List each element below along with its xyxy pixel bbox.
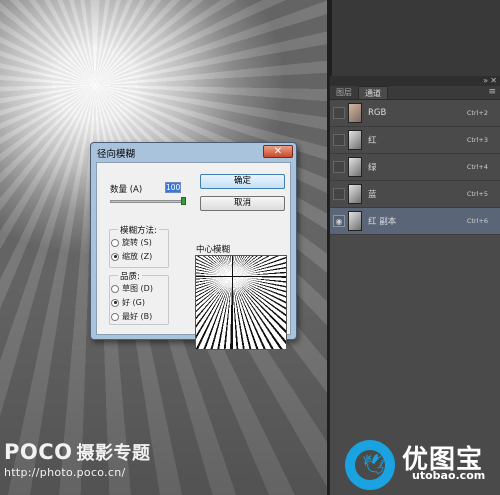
menu-icon[interactable]: ≡ bbox=[488, 87, 496, 97]
radio-dot[interactable] bbox=[111, 284, 119, 293]
visibility-toggle[interactable] bbox=[333, 134, 345, 146]
channel-name: 绿 bbox=[368, 163, 377, 173]
channel-shortcut: Ctrl+3 bbox=[466, 136, 488, 144]
quality-title: 品质: bbox=[118, 270, 142, 282]
watermark-brand: POCO bbox=[4, 440, 73, 464]
panel-topbar: » ✕ bbox=[330, 76, 500, 86]
dialog-title: 径向模糊 bbox=[97, 149, 136, 160]
radio-best-label: 最好 (B) bbox=[122, 312, 153, 321]
radio-spin-label: 旋转 (S) bbox=[122, 238, 152, 247]
blur-method-title: 模糊方法: bbox=[118, 224, 159, 236]
radio-best[interactable]: 最好 (B) bbox=[111, 311, 152, 322]
utobao-logo: 🕊 优图宝 utobao.com bbox=[340, 436, 500, 494]
close-icon[interactable]: ✕ bbox=[490, 76, 497, 86]
channel-shortcut: Ctrl+4 bbox=[466, 163, 488, 171]
radial-blur-dialog: 径向模糊 ✕ 数量 (A) 确定 取消 模糊方法: 旋转 (S) 缩放 (Z) … bbox=[90, 142, 297, 350]
dialog-titlebar[interactable]: 径向模糊 ✕ bbox=[91, 143, 296, 161]
radio-zoom-label: 缩放 (Z) bbox=[122, 252, 153, 261]
poco-watermark: POCO 摄影专题 http://photo.poco.cn/ bbox=[4, 439, 151, 479]
close-button[interactable]: ✕ bbox=[263, 145, 293, 158]
amount-slider[interactable] bbox=[110, 200, 183, 203]
eye-icon[interactable]: ◉ bbox=[333, 215, 345, 227]
tab-layers[interactable]: 图层 bbox=[330, 86, 358, 99]
channel-shortcut: Ctrl+5 bbox=[466, 190, 488, 198]
radio-zoom[interactable]: 缩放 (Z) bbox=[111, 251, 152, 262]
radio-dot[interactable] bbox=[111, 298, 119, 307]
channel-thumbnail bbox=[348, 130, 362, 150]
watermark-url: http://photo.poco.cn/ bbox=[4, 466, 126, 479]
blur-method-group: 模糊方法: bbox=[109, 224, 169, 268]
channel-name: RGB bbox=[368, 108, 387, 118]
channel-row-red[interactable]: 红 Ctrl+3 bbox=[330, 127, 500, 154]
channel-thumbnail bbox=[348, 103, 362, 123]
channel-shortcut: Ctrl+2 bbox=[466, 109, 488, 117]
radio-dot[interactable] bbox=[111, 238, 119, 247]
channel-shortcut: Ctrl+6 bbox=[466, 217, 488, 225]
cancel-button[interactable]: 取消 bbox=[200, 196, 285, 211]
amount-input[interactable] bbox=[165, 182, 181, 193]
amount-label: 数量 (A) bbox=[110, 185, 143, 195]
collapse-icon[interactable]: » bbox=[483, 76, 488, 86]
visibility-toggle[interactable] bbox=[333, 161, 345, 173]
radio-dot[interactable] bbox=[111, 252, 119, 261]
radio-draft-label: 草图 (D) bbox=[122, 284, 153, 293]
visibility-toggle[interactable] bbox=[333, 107, 345, 119]
panel-tabs: 图层 通道 ≡ bbox=[330, 86, 500, 100]
channel-row-blue[interactable]: 蓝 Ctrl+5 bbox=[330, 181, 500, 208]
amount-slider-thumb[interactable] bbox=[181, 197, 186, 205]
channel-thumbnail bbox=[348, 211, 362, 231]
channel-row-green[interactable]: 绿 Ctrl+4 bbox=[330, 154, 500, 181]
radio-spin[interactable]: 旋转 (S) bbox=[111, 237, 152, 248]
center-crosshair-horizontal bbox=[196, 275, 286, 277]
logo-url: utobao.com bbox=[412, 469, 486, 482]
channel-name: 红 bbox=[368, 136, 377, 146]
channel-row-red-copy[interactable]: ◉ 红 副本 Ctrl+6 bbox=[330, 208, 500, 235]
radio-good-label: 好 (G) bbox=[122, 298, 145, 307]
channel-row-rgb[interactable]: RGB Ctrl+2 bbox=[330, 100, 500, 127]
bird-icon: 🕊 bbox=[362, 452, 388, 476]
center-crosshair-vertical bbox=[232, 256, 233, 349]
channel-name: 红 副本 bbox=[368, 217, 397, 227]
radio-draft[interactable]: 草图 (D) bbox=[111, 283, 153, 294]
radio-good[interactable]: 好 (G) bbox=[111, 297, 145, 308]
visibility-toggle[interactable] bbox=[333, 188, 345, 200]
channel-thumbnail bbox=[348, 184, 362, 204]
dialog-body: 数量 (A) 确定 取消 模糊方法: 旋转 (S) 缩放 (Z) 品质: 草图 … bbox=[96, 162, 291, 350]
radio-dot[interactable] bbox=[111, 312, 119, 321]
blur-center-label: 中心模糊 bbox=[196, 245, 231, 255]
tab-channels[interactable]: 通道 bbox=[358, 86, 388, 99]
blur-center-preview[interactable] bbox=[195, 255, 287, 350]
channels-panel: » ✕ 图层 通道 ≡ RGB Ctrl+2 红 Ctrl+3 绿 Ctrl+4… bbox=[329, 76, 500, 495]
channel-thumbnail bbox=[348, 157, 362, 177]
ok-button[interactable]: 确定 bbox=[200, 174, 285, 189]
channel-name: 蓝 bbox=[368, 190, 377, 200]
watermark-brand-sub: 摄影专题 bbox=[76, 443, 151, 464]
